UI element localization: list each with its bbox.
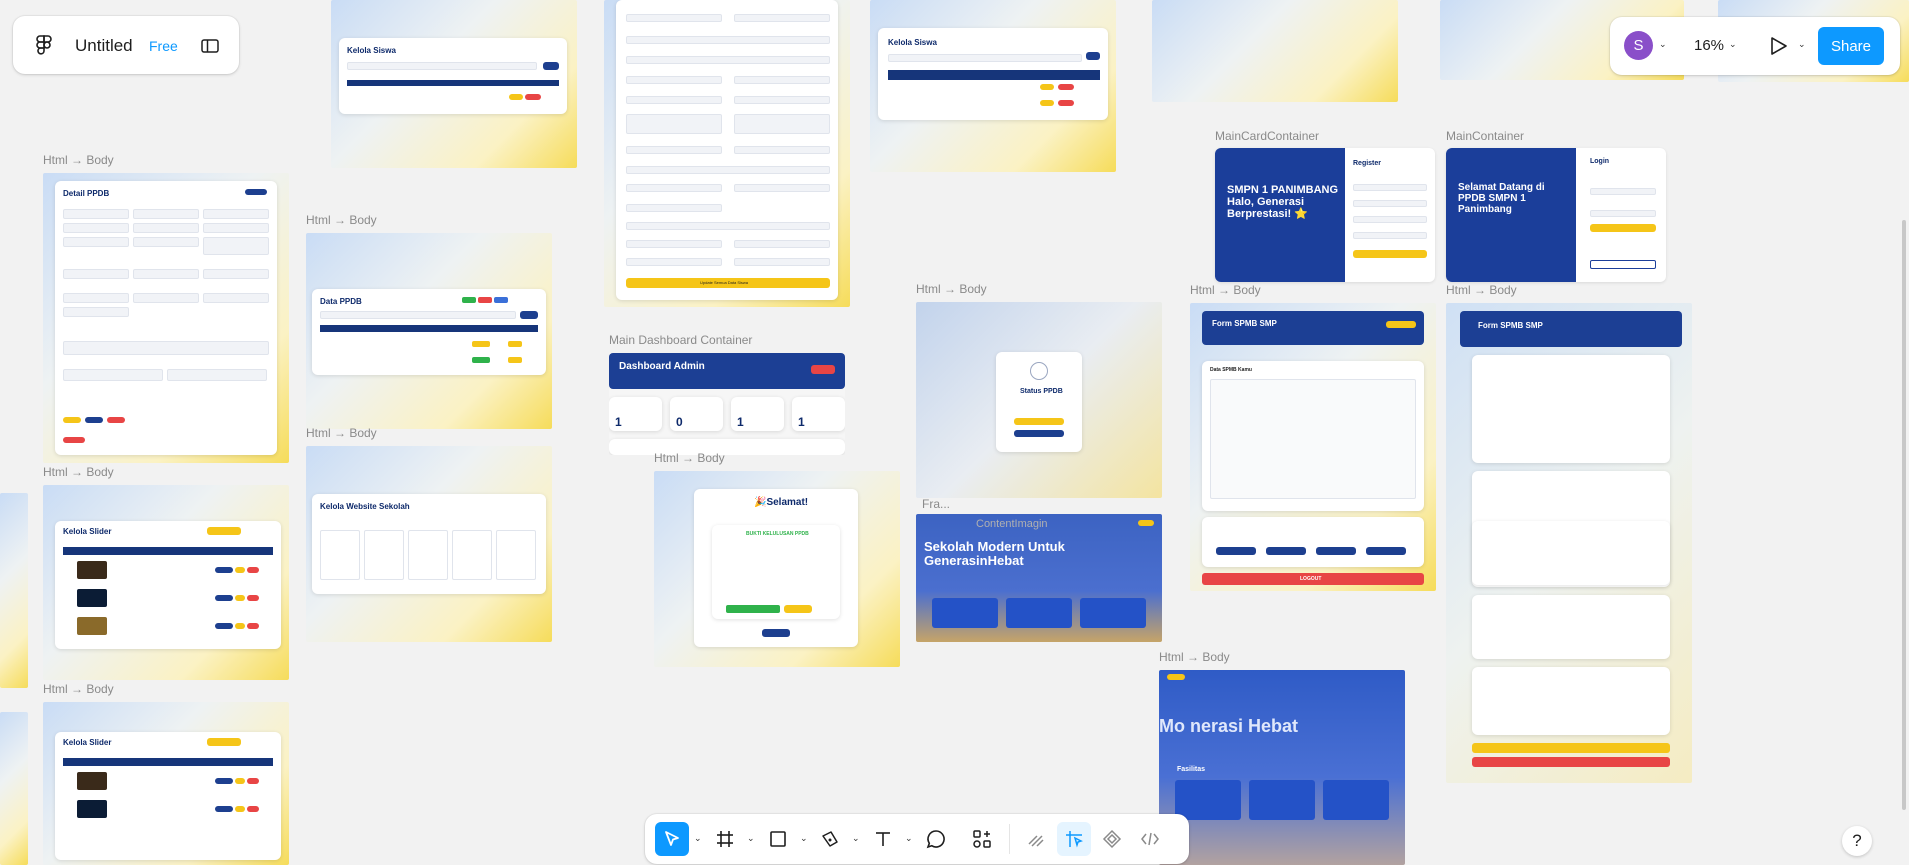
chevron-down-icon[interactable]: ⌄ xyxy=(1659,39,1667,50)
design-mode-icon[interactable] xyxy=(1057,822,1091,856)
frame-title: Detail PPDB xyxy=(63,189,110,198)
frame-label[interactable]: Html → Body xyxy=(1159,650,1230,664)
plan-badge[interactable]: Free xyxy=(149,38,178,54)
frame-label[interactable]: Html → Body xyxy=(1190,283,1261,297)
rectangle-tool-icon[interactable] xyxy=(761,822,795,856)
frame-label[interactable]: Fra... xyxy=(922,497,950,511)
frame-label[interactable]: Html → Body xyxy=(654,451,725,465)
frame-detail-ppdb[interactable]: Detail PPDB xyxy=(43,173,289,463)
file-name[interactable]: Untitled xyxy=(75,36,133,56)
frame-tool-icon[interactable] xyxy=(708,822,742,856)
play-icon[interactable] xyxy=(1766,34,1790,58)
frame-title: Data PPDB xyxy=(320,297,362,306)
help-label: ? xyxy=(1852,831,1862,850)
frame-title: Form SPMB SMP xyxy=(1478,321,1543,330)
frame-label[interactable]: Html → Body xyxy=(1446,283,1517,297)
chevron-down-icon[interactable]: ⌄ xyxy=(905,833,913,844)
form-title: Register xyxy=(1353,160,1382,167)
frame-label[interactable]: Html → Body xyxy=(43,682,114,696)
frame-overlay-label: ContentImagin xyxy=(976,518,1048,530)
frame-login[interactable]: Selamat Datang di PPDB SMPN 1 Panimbang … xyxy=(1446,148,1666,282)
file-panel: Untitled Free xyxy=(13,16,239,74)
frame-form-spmb-2[interactable]: Form SPMB SMP xyxy=(1446,303,1692,783)
frame-title: Kelola Slider xyxy=(63,738,112,747)
frame-sekolah-modern[interactable]: ContentImagin Sekolah Modern Untuk Gener… xyxy=(916,514,1162,642)
frame-title: Mo nerasi Hebat xyxy=(1159,716,1299,736)
frame-partial-top[interactable] xyxy=(1152,0,1398,102)
frame-title: Kelola Siswa xyxy=(347,46,396,55)
frame-title: Kelola Website Sekolah xyxy=(320,502,410,511)
form-title: Login xyxy=(1590,158,1610,165)
chevron-down-icon[interactable]: ⌄ xyxy=(747,833,755,844)
frame-form-update-siswa[interactable]: Update Semua Data Siswa xyxy=(604,0,850,307)
frame-label[interactable]: MainCardContainer xyxy=(1215,129,1319,143)
frame-label[interactable]: Html → Body xyxy=(306,213,377,227)
bottom-toolbar: ⌄ ⌄ ⌄ ⌄ ⌄ xyxy=(645,814,1189,864)
frame-title: Dashboard Admin xyxy=(619,361,705,372)
figma-menu-icon[interactable] xyxy=(31,33,57,59)
frame-data-ppdb[interactable]: Data PPDB xyxy=(306,233,552,429)
stat-value: 1 xyxy=(798,415,805,429)
share-button[interactable]: Share xyxy=(1818,27,1884,65)
frame-title: Form SPMB SMP xyxy=(1212,319,1277,328)
chevron-down-icon[interactable]: ⌄ xyxy=(1798,39,1806,50)
frame-generasi-hebat[interactable]: Mo nerasi Hebat Fasilitas xyxy=(1159,670,1405,865)
frame-form-spmb-1[interactable]: Form SPMB SMP Data SPMB Kamu LOGOUT xyxy=(1190,303,1436,591)
frame-edge-left-1[interactable] xyxy=(0,493,28,688)
frame-title: SMPN 1 PANIMBANG Halo, Generasi Berprest… xyxy=(1227,184,1339,220)
update-button-label: Update Semua Data Siswa xyxy=(700,280,749,285)
chevron-down-icon[interactable]: ⌄ xyxy=(852,833,860,844)
frame-label[interactable]: Html → Body xyxy=(306,426,377,440)
frame-subtitle: BUKTI KELULUSAN PPDB xyxy=(746,531,809,537)
frame-label[interactable]: Html → Body xyxy=(916,282,987,296)
component-mode-icon[interactable] xyxy=(1095,822,1129,856)
frame-kelola-siswa-2[interactable]: Kelola Siswa xyxy=(870,0,1116,172)
frame-label[interactable]: Html → Body xyxy=(43,465,114,479)
frame-label[interactable]: MainContainer xyxy=(1446,129,1524,143)
toolbar-divider xyxy=(1009,824,1010,854)
stat-value: 1 xyxy=(737,415,744,429)
frame-label[interactable]: Main Dashboard Container xyxy=(609,333,752,347)
frame-kelola-siswa-1[interactable]: Kelola Siswa xyxy=(331,0,577,168)
stat-value: 1 xyxy=(615,415,622,429)
logout-label: LOGOUT xyxy=(1300,576,1322,582)
frame-subtitle: Fasilitas xyxy=(1177,766,1206,773)
frame-title: Sekolah Modern Untuk GenerasinHebat xyxy=(924,539,1065,568)
chevron-down-icon[interactable]: ⌄ xyxy=(800,833,808,844)
frame-kelola-slider-2[interactable]: Kelola Slider xyxy=(43,702,289,865)
frame-kelola-website[interactable]: Kelola Website Sekolah xyxy=(306,446,552,642)
actions-icon[interactable] xyxy=(965,822,999,856)
pen-tool-icon[interactable] xyxy=(813,822,847,856)
text-tool-icon[interactable] xyxy=(866,822,900,856)
frame-title: Selamat Datang di PPDB SMPN 1 Panimbang xyxy=(1458,182,1545,215)
avatar-initial: S xyxy=(1633,37,1644,54)
toggle-sidebar-icon[interactable] xyxy=(200,37,220,55)
dev-mode-icon[interactable] xyxy=(1133,822,1167,856)
chevron-down-icon[interactable]: ⌄ xyxy=(1729,39,1737,50)
frame-title: Status PPDB xyxy=(1020,388,1063,395)
frame-dashboard-admin[interactable]: Dashboard Admin 1 0 1 1 xyxy=(609,353,845,455)
help-button[interactable]: ? xyxy=(1842,826,1872,856)
draw-mode-icon[interactable] xyxy=(1019,822,1053,856)
frame-register[interactable]: SMPN 1 PANIMBANG Halo, Generasi Berprest… xyxy=(1215,148,1435,282)
frame-title: Kelola Siswa xyxy=(888,38,937,47)
frame-kelola-slider-1[interactable]: Kelola Slider xyxy=(43,485,289,680)
frame-label[interactable]: Html → Body xyxy=(43,153,114,167)
section-title: Data SPMB Kamu xyxy=(1210,367,1252,373)
frame-edge-left-2[interactable] xyxy=(0,712,28,865)
share-label: Share xyxy=(1830,37,1872,55)
move-tool-button[interactable] xyxy=(655,822,689,856)
avatar[interactable]: S xyxy=(1624,31,1653,60)
zoom-level[interactable]: 16% xyxy=(1694,37,1724,54)
top-right-panel: S ⌄ 16% ⌄ ⌄ Share xyxy=(1610,17,1900,75)
comment-tool-icon[interactable] xyxy=(919,822,953,856)
frame-title: Kelola Slider xyxy=(63,527,112,536)
frame-selamat[interactable]: 🎉Selamat! BUKTI KELULUSAN PPDB xyxy=(654,471,900,667)
chevron-down-icon[interactable]: ⌄ xyxy=(694,833,702,844)
stat-value: 0 xyxy=(676,415,683,429)
vertical-scrollbar[interactable] xyxy=(1902,220,1906,810)
frame-status-ppdb[interactable]: Status PPDB xyxy=(916,302,1162,498)
frame-title: 🎉Selamat! xyxy=(754,497,809,508)
